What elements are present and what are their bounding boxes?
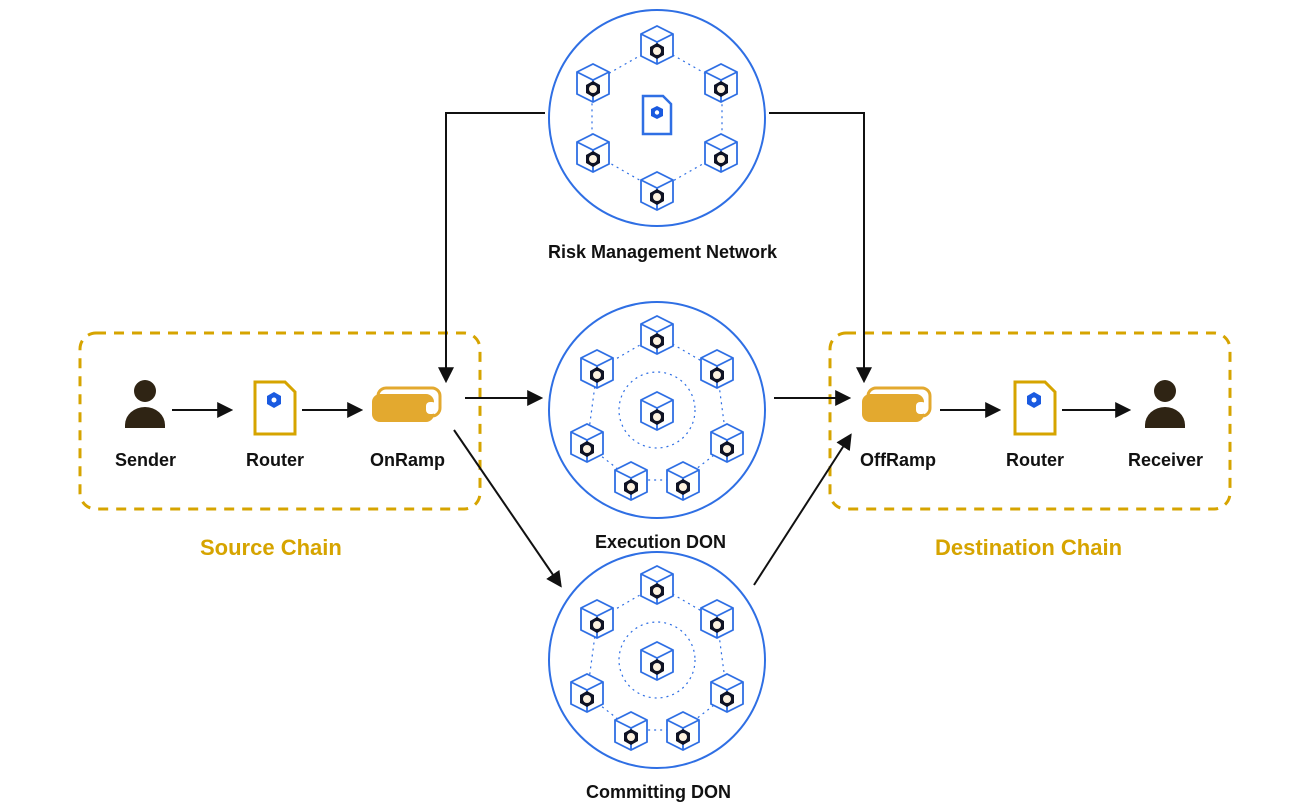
destination-chain-label: Destination Chain [935,535,1122,560]
risk-management-network [549,10,765,226]
source-chain-group: Source Chain Sender Router OnRamp [80,333,480,560]
source-chain-label: Source Chain [200,535,342,560]
arrow-onramp-commit [454,430,560,585]
onramp-label: OnRamp [370,450,445,470]
onramp-icon [372,388,440,422]
router-dest-icon [1015,382,1055,434]
arrow-rmn-offramp [769,113,864,380]
execution-don [549,302,765,518]
arrow-commit-offramp [754,436,850,585]
sender-icon [125,380,165,428]
execution-don-label: Execution DON [595,532,726,552]
router-source-icon [255,382,295,434]
diagram-canvas: Source Chain Sender Router OnRamp Destin… [0,0,1314,804]
sender-label: Sender [115,450,176,470]
destination-chain-group: Destination Chain OffRamp Router Receive… [830,333,1230,560]
committing-don [549,552,765,768]
receiver-icon [1145,380,1185,428]
risk-management-label: Risk Management Network [548,242,778,262]
committing-don-label: Committing DON [586,782,731,802]
receiver-label: Receiver [1128,450,1203,470]
router-source-label: Router [246,450,304,470]
offramp-label: OffRamp [860,450,936,470]
router-dest-label: Router [1006,450,1064,470]
arrow-rmn-onramp [446,113,545,380]
offramp-icon [862,388,930,422]
